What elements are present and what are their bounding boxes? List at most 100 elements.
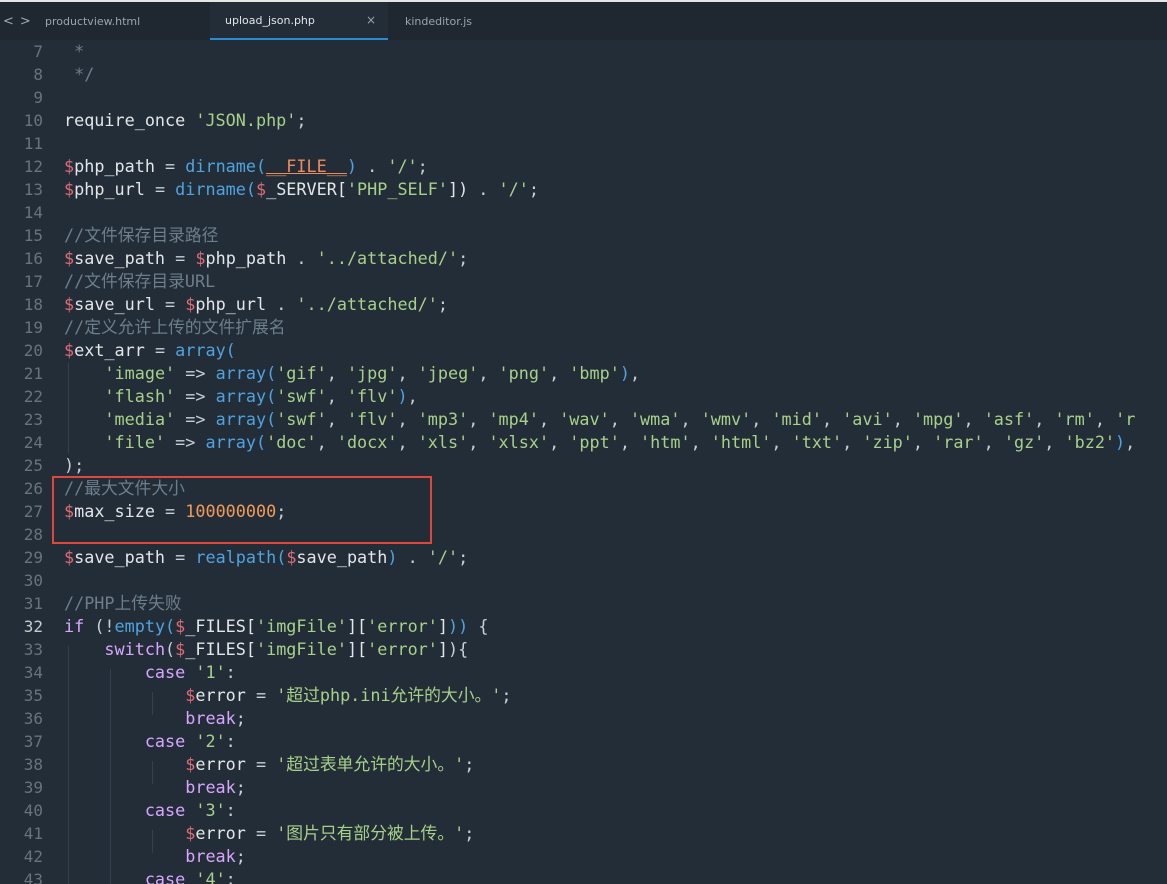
code-token: , [609,409,630,429]
code-line[interactable]: break; [64,707,1135,730]
code-token: $ [175,639,186,659]
code-token: $ [64,248,75,268]
code-line[interactable]: break; [64,845,1135,868]
code-token: 'flash' [104,386,176,406]
code-token: 'mp4' [488,409,539,429]
code-line[interactable]: $php_url = dirname($_SERVER['PHP_SELF'])… [64,178,1135,201]
code-line[interactable]: $error = '超过php.ini允许的大小。'; [64,684,1135,707]
code-token: save_path [296,547,388,567]
code-token: _SERVER[ [266,179,347,199]
code-editor[interactable]: 7 8 9 10 11 12 13 14 15 16 17 18 19 20 21 22 23 24 25 26 27 2… [0,40,1167,884]
code-area[interactable]: * */ require_once 'JSON.php'; $php_path … [64,40,1135,884]
line-number: 33 [23,640,43,659]
code-line[interactable]: require_once 'JSON.php'; [64,109,1135,132]
code-line[interactable]: if (!empty($_FILES['imgFile']['error']))… [64,615,1135,638]
code-token: , [912,432,934,452]
code-token: , [1044,432,1065,452]
chevron-left-icon[interactable]: < [3,14,14,29]
code-token: = [255,685,277,705]
code-token: empty( [114,616,176,636]
code-token: save_path [74,547,176,567]
code-line[interactable]: $save_url = $php_url . '../attached/'; [64,293,1135,316]
code-line[interactable]: //PHP上传失败 [64,592,1135,615]
indent-guide [110,669,111,884]
code-line[interactable]: ); [64,454,1135,477]
code-token: $ [286,547,297,567]
code-token: : [225,869,236,884]
code-token: ]) [447,179,469,199]
code-token: 'jpeg' [417,363,479,383]
code-token: 'error' [367,616,438,636]
code-line[interactable]: $error = '图片只有部分被上传。'; [64,822,1135,845]
code-line[interactable]: case '3': [64,799,1135,822]
tab-kindeditor-js[interactable]: kindeditor.js [390,2,570,40]
code-token: , [983,432,1004,452]
code-line[interactable]: case '2': [64,730,1135,753]
code-line[interactable]: //最大文件大小 [64,477,1135,500]
code-line[interactable] [64,132,1135,155]
code-token: if [64,616,95,636]
code-line[interactable]: $error = '超过表单允许的大小。'; [64,753,1135,776]
code-line[interactable]: 'flash' => array('swf', 'flv'), [64,385,1135,408]
code-token: $ [185,294,196,314]
code-token: , [842,432,863,452]
code-line[interactable] [64,569,1135,592]
code-token: 'avi' [842,409,893,429]
close-icon[interactable]: × [366,13,376,27]
code-token: 'html' [710,432,772,452]
code-token: //文件保存目录URL [64,271,216,291]
code-token: ][ [346,639,368,659]
code-token: . [276,294,297,314]
code-token: (! [94,616,115,636]
code-line[interactable] [64,201,1135,224]
code-line[interactable]: case '4': [64,868,1135,884]
code-token: ; [235,846,246,866]
code-line[interactable]: //定义允许上传的文件扩展名 [64,316,1135,339]
code-line[interactable]: $max_size = 100000000; [64,500,1135,523]
code-line[interactable]: $ext_arr = array( [64,339,1135,362]
code-token: ) [387,547,398,567]
code-token: ; [458,547,469,567]
code-line[interactable]: $php_path = dirname(__FILE__) . '/'; [64,155,1135,178]
code-line[interactable]: break; [64,776,1135,799]
code-token: realpath( [195,547,287,567]
code-line[interactable]: case '1': [64,661,1135,684]
code-token: ; [528,179,539,199]
code-line[interactable]: $save_path = $php_path . '../attached/'; [64,247,1135,270]
code-line[interactable]: switch($_FILES['imgFile']['error']){ [64,638,1135,661]
code-line[interactable]: 'file' => array('doc', 'docx', 'xls', 'x… [64,431,1135,454]
code-token: ; [417,156,428,176]
code-token: _FILES[ [185,616,256,636]
code-line[interactable]: //文件保存目录URL [64,270,1135,293]
code-line[interactable] [64,523,1135,546]
code-token: 'htm' [640,432,691,452]
code-token: dirname( [185,156,267,176]
code-token: , [892,409,913,429]
code-token: 'rar' [933,432,984,452]
code-line[interactable]: * [64,40,1135,63]
line-number: 42 [23,847,43,866]
code-line[interactable]: 'media' => array('swf', 'flv', 'mp3', 'm… [64,408,1135,431]
code-token: , [751,409,772,429]
code-line[interactable] [64,86,1135,109]
code-line[interactable]: */ [64,63,1135,86]
code-token: ; [464,823,475,843]
code-token: //PHP上传失败 [64,593,182,613]
code-token: 'wav' [559,409,610,429]
code-token: 'flv' [346,409,398,429]
code-token: error [195,754,256,774]
tab-upload-json-php[interactable]: upload_json.php × [210,2,388,40]
code-token: , [478,363,499,383]
tab-productview-html[interactable]: productview.html [30,2,210,40]
code-line[interactable]: //文件保存目录路径 [64,224,1135,247]
code-token: 'jpg' [346,363,398,383]
line-number: 35 [23,686,43,705]
code-line[interactable]: $save_path = realpath($save_path) . '/'; [64,546,1135,569]
code-line[interactable]: 'image' => array('gif', 'jpg', 'jpeg', '… [64,362,1135,385]
code-token: ) [619,363,630,383]
code-token: php_url [74,179,155,199]
code-token: '1' [195,662,226,682]
